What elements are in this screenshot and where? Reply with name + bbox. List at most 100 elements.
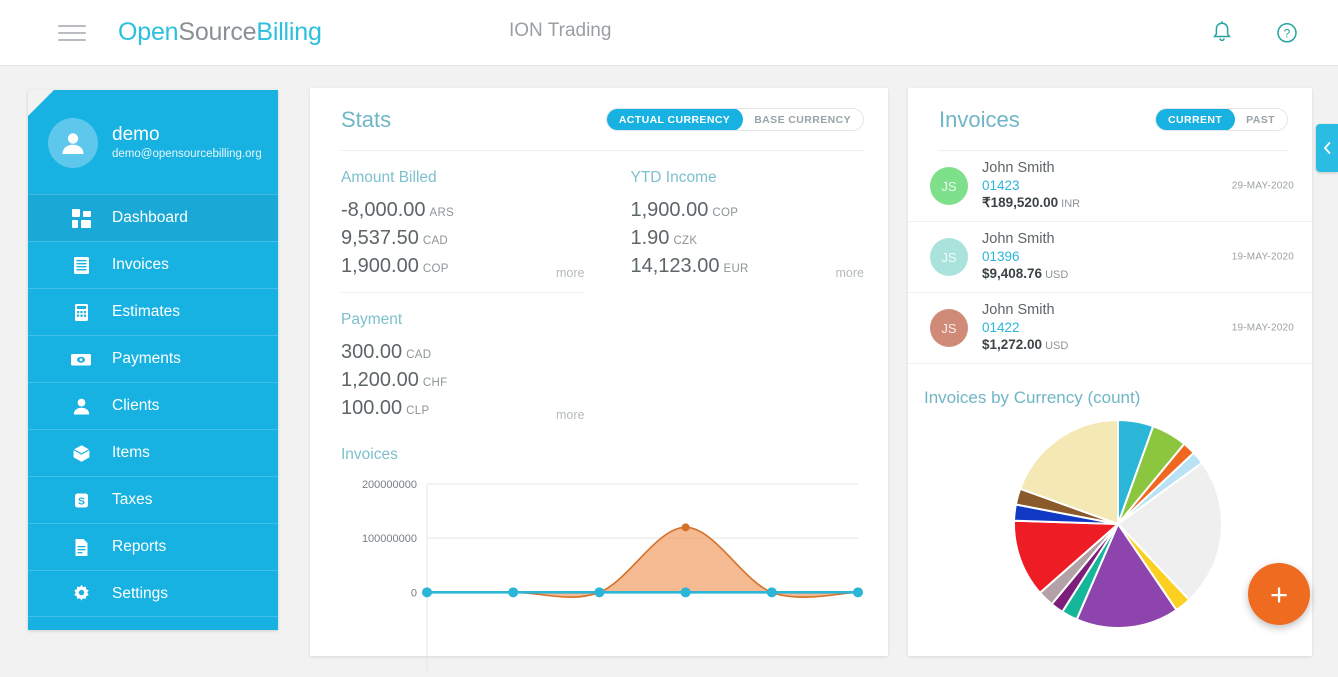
sidebar-item-label: Dashboard xyxy=(112,209,188,227)
box-icon xyxy=(68,444,94,463)
currency-pie-title: Invoices by Currency (count) xyxy=(924,388,1312,408)
sidebar-item-label: Estimates xyxy=(112,303,180,321)
page-title: ION Trading xyxy=(509,20,611,42)
svg-text:0: 0 xyxy=(411,587,417,599)
invoices-chart[interactable]: 200000000 100000000 0 xyxy=(341,472,864,677)
toggle-base-currency[interactable]: BASE CURRENCY xyxy=(742,109,863,130)
stat-currency: CAD xyxy=(406,349,431,361)
stat-values: 300.00CAD 1,200.00CHF 100.00CLP more xyxy=(341,340,585,424)
stat-row: 1.90CZK xyxy=(631,226,865,254)
sidebar-item-invoices[interactable]: Invoices xyxy=(28,241,278,288)
sidebar-item-payments[interactable]: Payments xyxy=(28,335,278,382)
stat-currency: CLP xyxy=(406,405,429,417)
invoices-title: Invoices xyxy=(939,107,1020,133)
invoice-date: 19-MAY-2020 xyxy=(1232,323,1294,334)
sidebar-item-label: Reports xyxy=(112,538,166,556)
list-item[interactable]: JS John Smith 01422 $1,272.00USD 19-MAY-… xyxy=(908,293,1312,364)
sidebar-item-label: Invoices xyxy=(112,256,169,274)
client-name: John Smith xyxy=(982,159,1080,177)
hamburger-line xyxy=(58,39,86,41)
list-item[interactable]: JS John Smith 01396 $9,408.76USD 19-MAY-… xyxy=(908,222,1312,293)
app-logo[interactable]: OpenSourceBilling xyxy=(118,18,322,47)
invoices-panel: Invoices CURRENT PAST JS John Smith 0142… xyxy=(908,88,1312,656)
invoices-chart-title: Invoices xyxy=(341,446,864,464)
sidebar-item-dashboard[interactable]: Dashboard xyxy=(28,194,278,241)
toggle-actual-currency[interactable]: ACTUAL CURRENCY xyxy=(606,108,743,131)
stats-title: Stats xyxy=(341,107,391,133)
stat-value: 1,200.00 xyxy=(341,369,419,391)
stat-currency: CZK xyxy=(673,235,697,247)
user-email: demo@opensourcebilling.org xyxy=(112,146,262,162)
chevron-left-icon xyxy=(1322,141,1332,155)
notification-bell-icon[interactable] xyxy=(1209,19,1235,47)
stat-currency: COP xyxy=(712,207,738,219)
invoice-amount: ₹189,520.00INR xyxy=(982,194,1080,213)
stat-row: 1,900.00COP xyxy=(631,198,865,226)
avatar: JS xyxy=(930,309,968,347)
stat-row: 100.00CLP xyxy=(341,396,585,424)
stat-row: -8,000.00ARS xyxy=(341,198,585,226)
logo-source: Source xyxy=(178,18,256,46)
toggle-current[interactable]: CURRENT xyxy=(1155,108,1235,131)
help-circle-icon[interactable]: ? xyxy=(1274,19,1300,47)
stat-payment: Payment 300.00CAD 1,200.00CHF 100.00CLP … xyxy=(341,292,585,434)
invoice-number[interactable]: 01396 xyxy=(982,248,1068,265)
svg-text:?: ? xyxy=(1284,26,1291,40)
invoice-amount: $1,272.00USD xyxy=(982,336,1068,355)
list-item[interactable]: JS John Smith 01423 ₹189,520.00INR 29-MA… xyxy=(908,151,1312,222)
hamburger-line xyxy=(58,32,86,34)
invoices-list: JS John Smith 01423 ₹189,520.00INR 29-MA… xyxy=(908,151,1312,364)
amount-value: ₹189,520.00 xyxy=(982,195,1058,210)
invoice-number[interactable]: 01422 xyxy=(982,319,1068,336)
sidebar-item-reports[interactable]: Reports xyxy=(28,523,278,570)
stat-amount-billed: Amount Billed -8,000.00ARS 9,537.50CAD 1… xyxy=(341,151,585,292)
panel-collapse-tab[interactable] xyxy=(1316,124,1338,172)
document-lines-icon xyxy=(68,538,94,557)
client-name: John Smith xyxy=(982,230,1068,248)
stat-row: 1,200.00CHF xyxy=(341,368,585,396)
stat-row: 1,900.00COP xyxy=(341,254,585,282)
invoice-date: 29-MAY-2020 xyxy=(1232,181,1294,192)
money-bill-icon xyxy=(68,350,94,369)
toggle-past[interactable]: PAST xyxy=(1234,109,1287,130)
calculator-icon xyxy=(68,303,94,322)
payment-more-link[interactable]: more xyxy=(556,408,584,422)
user-profile[interactable]: demo demo@opensourcebilling.org xyxy=(28,90,278,182)
amount-value: $9,408.76 xyxy=(982,266,1042,281)
gear-icon xyxy=(68,584,94,603)
stat-values: 1,900.00COP 1.90CZK 14,123.00EUR more xyxy=(631,198,865,282)
sidebar-item-clients[interactable]: Clients xyxy=(28,382,278,429)
plus-icon: + xyxy=(1270,579,1288,610)
stats-panel: Stats ACTUAL CURRENCY BASE CURRENCY Amou… xyxy=(310,88,888,656)
stat-value: 1,900.00 xyxy=(631,199,709,221)
stat-value: 14,123.00 xyxy=(631,255,720,277)
sidebar-nav: Dashboard Invoices Estimates Payments Cl xyxy=(28,194,278,617)
hamburger-line xyxy=(58,25,86,27)
amount-billed-more-link[interactable]: more xyxy=(556,266,584,280)
stats-grid: Amount Billed -8,000.00ARS 9,537.50CAD 1… xyxy=(310,151,888,434)
amount-currency: INR xyxy=(1061,198,1080,210)
divider xyxy=(341,150,864,151)
invoice-date: 19-MAY-2020 xyxy=(1232,252,1294,263)
sidebar-item-taxes[interactable]: S Taxes xyxy=(28,476,278,523)
svg-text:100000000: 100000000 xyxy=(362,533,417,545)
invoice-number[interactable]: 01423 xyxy=(982,177,1080,194)
sidebar-item-estimates[interactable]: Estimates xyxy=(28,288,278,335)
add-button[interactable]: + xyxy=(1248,563,1310,625)
dashboard-grid-icon xyxy=(68,209,94,228)
invoices-toggle[interactable]: CURRENT PAST xyxy=(1155,108,1288,131)
ytd-income-more-link[interactable]: more xyxy=(836,266,864,280)
sidebar-item-settings[interactable]: Settings xyxy=(28,570,278,617)
sidebar-folded-corner xyxy=(28,90,54,116)
sidebar-item-label: Items xyxy=(112,444,150,462)
stat-row: 14,123.00EUR xyxy=(631,254,865,282)
svg-text:S: S xyxy=(77,495,84,507)
sidebar-item-items[interactable]: Items xyxy=(28,429,278,476)
sidebar-item-label: Settings xyxy=(112,585,168,603)
invoices-chart-section: Invoices 200000000 100000000 0 xyxy=(310,434,888,677)
logo-open: Open xyxy=(118,18,178,46)
amount-value: $1,272.00 xyxy=(982,337,1042,352)
currency-toggle[interactable]: ACTUAL CURRENCY BASE CURRENCY xyxy=(606,108,864,131)
hamburger-icon[interactable] xyxy=(58,23,86,43)
svg-text:200000000: 200000000 xyxy=(362,479,417,491)
